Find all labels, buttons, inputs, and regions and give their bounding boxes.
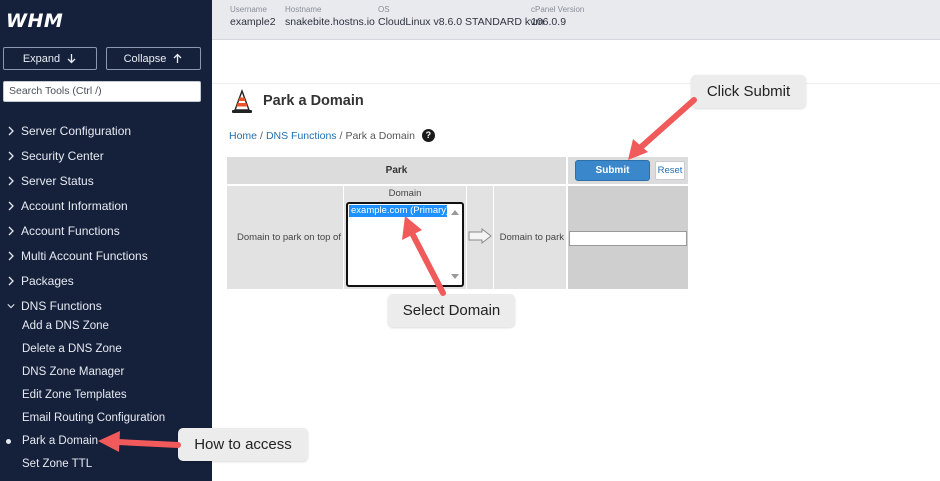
arrow-down-icon xyxy=(67,54,76,64)
hostname-value: snakebite.hostns.io xyxy=(285,16,375,28)
scroll-down-icon[interactable] xyxy=(451,274,459,279)
chevron-right-icon xyxy=(8,126,14,136)
chevron-right-icon xyxy=(8,226,14,236)
hostname-key: Hostname xyxy=(285,5,322,14)
nav-add-dns-zone[interactable]: Add a DNS Zone xyxy=(0,316,212,336)
nav-label: Server Status xyxy=(21,174,94,188)
domain-to-park-label: Domain to park xyxy=(494,186,566,289)
nav-sub-label: Park a Domain xyxy=(22,435,99,447)
os-key: OS xyxy=(378,5,390,14)
domain-to-park-input[interactable] xyxy=(569,231,687,246)
breadcrumb-separator: / xyxy=(339,129,343,142)
nav-server-configuration[interactable]: Server Configuration xyxy=(0,120,212,142)
nav-sub-label: Delete a DNS Zone xyxy=(22,343,122,355)
cpanel-version-key: cPanel Version xyxy=(531,5,585,14)
arrow-up-icon xyxy=(173,53,182,63)
nav-sub-label: Set Zone TTL xyxy=(22,458,93,470)
domain-option-selected[interactable]: example.com (Primary) xyxy=(349,205,449,217)
collapse-label: Collapse xyxy=(123,52,167,65)
domain-select-list[interactable]: example.com (Primary) xyxy=(346,202,464,287)
arrow-right-icon xyxy=(468,228,492,244)
chevron-right-icon xyxy=(8,201,14,211)
collapse-button[interactable]: Collapse xyxy=(106,47,201,70)
scroll-up-icon[interactable] xyxy=(451,210,459,215)
username-value: example2 xyxy=(230,16,276,28)
nav-label: Account Information xyxy=(21,199,128,213)
nav-edit-zone-templates[interactable]: Edit Zone Templates xyxy=(0,385,212,405)
nav-label: Server Configuration xyxy=(21,124,132,138)
traffic-cone-icon xyxy=(232,89,252,113)
server-info-bar: Username example2 Hostname snakebite.hos… xyxy=(212,0,940,40)
nav-email-routing-configuration[interactable]: Email Routing Configuration xyxy=(0,408,212,428)
breadcrumb-current: Park a Domain xyxy=(345,129,415,142)
nav-sub-label: Add a DNS Zone xyxy=(22,320,109,332)
nav-server-status[interactable]: Server Status xyxy=(0,170,212,192)
cpanel-version-value: 106.0.9 xyxy=(531,16,567,28)
nav-account-functions[interactable]: Account Functions xyxy=(0,220,212,242)
domain-to-park-on-label: Domain to park on top of xyxy=(227,186,343,289)
nav-label: Account Functions xyxy=(21,224,120,238)
active-bullet-icon xyxy=(6,439,11,444)
nav-sub-label: Edit Zone Templates xyxy=(22,389,127,401)
cpanel-version-info: cPanel Version 106.0.9 xyxy=(531,5,584,28)
arrow-to-submit-icon xyxy=(628,97,697,160)
chevron-right-icon xyxy=(8,251,14,261)
nav-sub-label: Email Routing Configuration xyxy=(22,412,166,424)
chevron-right-icon xyxy=(8,151,14,161)
breadcrumb: Home / DNS Functions / Park a Domain ? xyxy=(229,129,435,142)
park-header: Park xyxy=(227,157,566,184)
chevron-down-icon xyxy=(7,304,15,309)
chevron-right-icon xyxy=(8,176,14,186)
page-title: Park a Domain xyxy=(263,93,364,109)
os-value: CloudLinux v8.6.0 STANDARD kvm xyxy=(378,16,545,28)
hostname-info: Hostname snakebite.hostns.io xyxy=(285,5,375,28)
breadcrumb-separator: / xyxy=(260,129,263,142)
nav-label: Security Center xyxy=(21,149,104,163)
breadcrumb-home[interactable]: Home xyxy=(229,130,257,142)
sidebar: WHM Expand Collapse Search Tools (Ctrl /… xyxy=(0,0,212,481)
nav-label: Multi Account Functions xyxy=(21,249,148,263)
submit-button[interactable]: Submit xyxy=(575,160,650,181)
nav-dns-zone-manager[interactable]: DNS Zone Manager xyxy=(0,362,212,382)
callout-click-submit: Click Submit xyxy=(691,75,806,108)
nav-multi-account-functions[interactable]: Multi Account Functions xyxy=(0,245,212,267)
reset-button[interactable]: Reset xyxy=(655,161,685,180)
breadcrumb-dns-functions[interactable]: DNS Functions xyxy=(266,130,337,142)
domain-header: Domain xyxy=(388,188,422,199)
callout-select-domain: Select Domain xyxy=(388,294,515,327)
nav-packages[interactable]: Packages xyxy=(0,270,212,292)
nav-label: Packages xyxy=(21,274,74,288)
whm-logo[interactable]: WHM xyxy=(6,10,63,32)
expand-label: Expand xyxy=(22,52,61,65)
callout-how-to-access: How to access xyxy=(178,428,308,461)
nav-security-center[interactable]: Security Center xyxy=(0,145,212,167)
search-tools-input[interactable]: Search Tools (Ctrl /) xyxy=(3,81,201,102)
username-info: Username example2 xyxy=(230,5,276,28)
username-key: Username xyxy=(230,5,267,14)
sub-header xyxy=(212,41,940,84)
expand-button[interactable]: Expand xyxy=(3,47,97,70)
nav-account-information[interactable]: Account Information xyxy=(0,195,212,217)
help-icon[interactable]: ? xyxy=(421,129,435,142)
os-info: OS CloudLinux v8.6.0 STANDARD kvm xyxy=(378,5,544,28)
nav-sub-label: DNS Zone Manager xyxy=(22,366,125,378)
nav-label: DNS Functions xyxy=(21,299,102,313)
nav-dns-functions[interactable]: DNS Functions xyxy=(0,295,212,317)
chevron-right-icon xyxy=(8,276,14,286)
nav-delete-dns-zone[interactable]: Delete a DNS Zone xyxy=(0,339,212,359)
